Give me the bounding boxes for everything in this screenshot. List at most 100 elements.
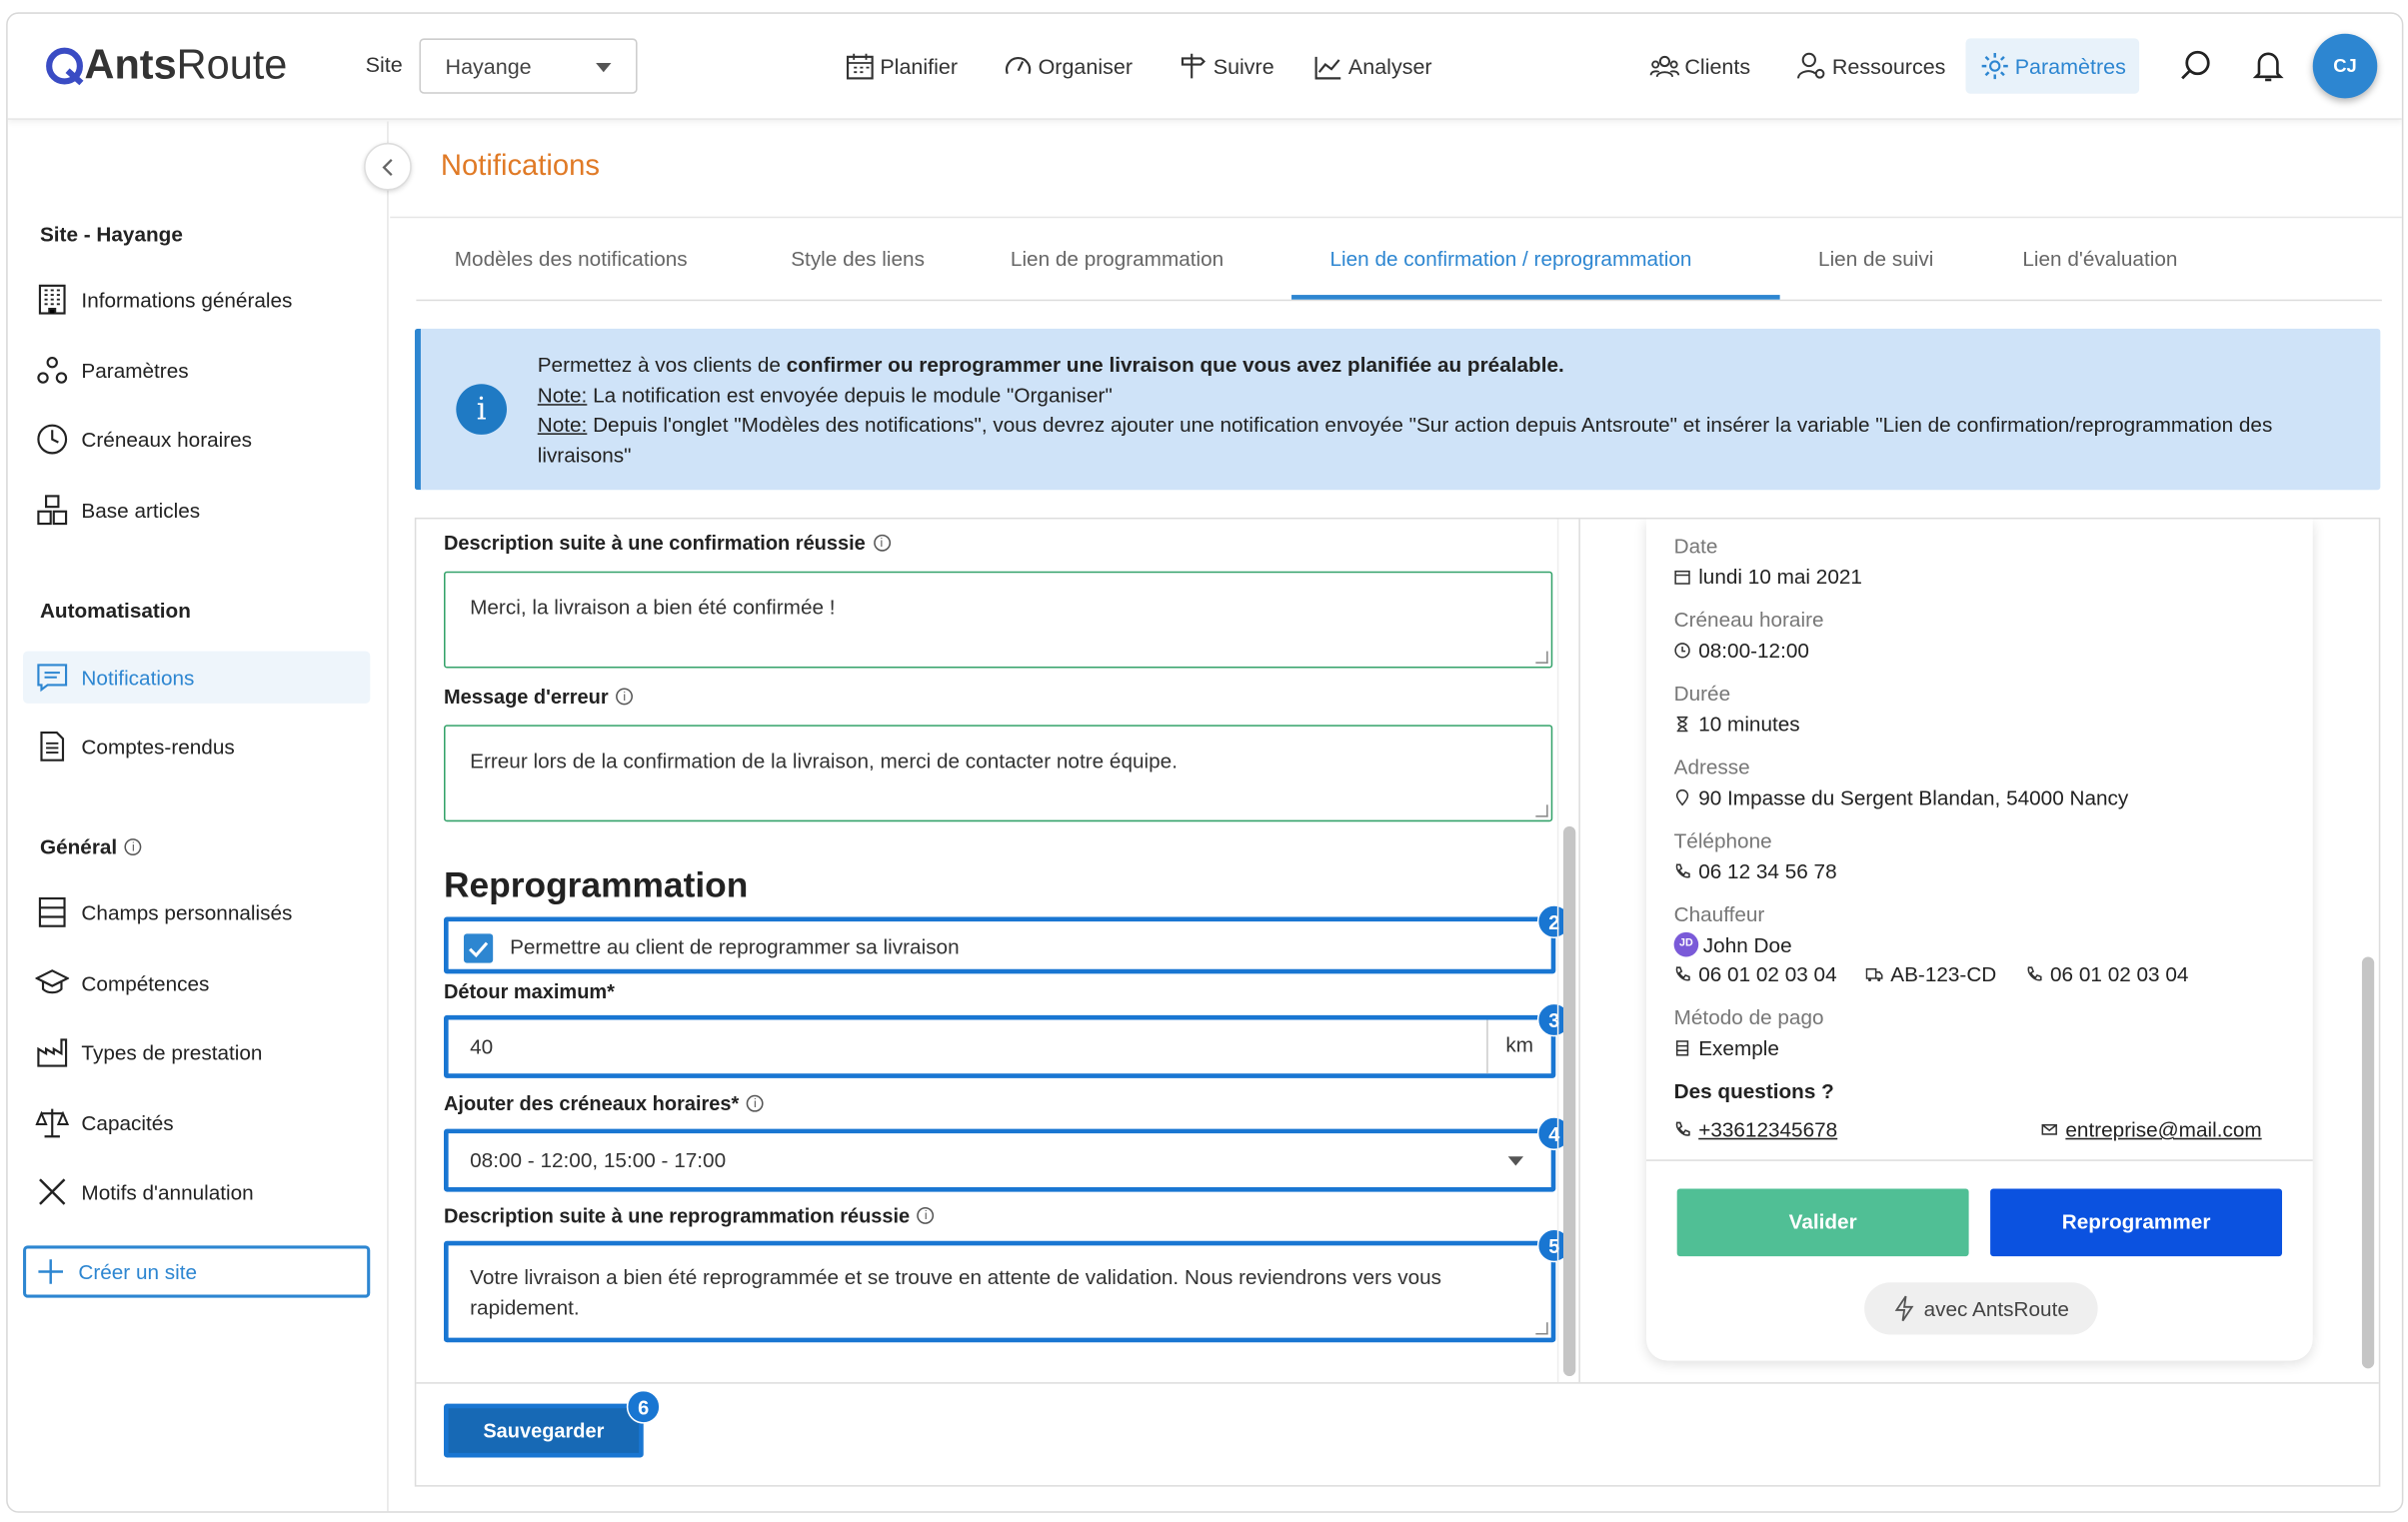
duration-label: Durée	[1673, 682, 1731, 706]
preview-scrollbar[interactable]	[2357, 519, 2379, 1382]
value-text: 08:00-12:00	[1698, 639, 1809, 663]
logo-icon	[46, 46, 84, 85]
antsroute-logo[interactable]: Ants Route	[45, 41, 287, 89]
sidebar-item-informations[interactable]: Informations générales	[23, 274, 370, 326]
user-gear-icon	[1797, 52, 1825, 79]
nav-suivre[interactable]: Suivre	[1178, 51, 1274, 82]
detour-input[interactable]: 40 km	[444, 1014, 1556, 1078]
tab-modeles[interactable]: Modèles des notifications	[455, 247, 688, 270]
form-scrollbar[interactable]	[1556, 519, 1579, 1383]
scrollbar-thumb[interactable]	[2361, 956, 2375, 1369]
info-icon: i	[124, 838, 142, 856]
active-tab-indicator	[1291, 295, 1780, 300]
tab-lien-suivi[interactable]: Lien de suivi	[1818, 247, 1933, 270]
slot-value: 08:00-12:00	[1674, 639, 1809, 662]
driver-phone-2: 06 01 02 03 04	[2025, 963, 2188, 986]
validate-button[interactable]: Valider	[1676, 1188, 1969, 1257]
value-text: 10 minutes	[1698, 713, 1800, 737]
driver-label: Chauffeur	[1673, 902, 1765, 926]
confirm-desc-textarea[interactable]: Merci, la livraison a bien été confirmée…	[444, 571, 1553, 669]
sidebar-item-capacites[interactable]: Capacités	[23, 1096, 370, 1148]
resched-desc-label: Description suite à une reprogrammation …	[444, 1204, 935, 1227]
sidebar-item-champs[interactable]: Champs personnalisés	[23, 886, 370, 938]
sidebar-item-competences[interactable]: Compétences	[23, 956, 370, 1008]
settings-panel: Description suite à une confirmation réu…	[414, 517, 2381, 1487]
contact-phone[interactable]: +33612345678	[1674, 1118, 1837, 1141]
section-site: Site - Hayange	[39, 222, 183, 246]
nav-clients[interactable]: Clients	[1649, 51, 1750, 82]
error-textarea[interactable]: Erreur lors de la confirmation de la liv…	[444, 725, 1553, 822]
boxes-icon	[37, 495, 68, 526]
value-text: 90 Impasse du Sergent Blandan, 54000 Nan…	[1698, 785, 2129, 809]
collapse-sidebar-button[interactable]	[364, 142, 412, 191]
info-text: Permettez à vos clients de confirmer ou …	[538, 350, 2335, 470]
resched-desc-textarea[interactable]: Votre livraison a bien été reprogrammée …	[444, 1240, 1556, 1343]
sidebar-item-label: Champs personnalisés	[81, 900, 293, 924]
sidebar-item-label: Motifs d'annulation	[81, 1180, 254, 1204]
calendar-icon	[1674, 570, 1690, 585]
tab-lien-evaluation[interactable]: Lien d'évaluation	[2022, 247, 2177, 270]
contact-email[interactable]: entreprise@mail.com	[2041, 1118, 2262, 1141]
scrollbar-thumb[interactable]	[1563, 825, 1576, 1376]
label-text: Message d'erreur	[444, 685, 609, 709]
driver-value: JD John Doe	[1673, 931, 1792, 957]
tab-style-liens[interactable]: Style des liens	[791, 247, 925, 270]
sidebar-item-creneaux[interactable]: Créneaux horaires	[23, 413, 370, 465]
info-line1-bold: confirmer ou reprogrammer une livraison …	[786, 353, 1564, 377]
site-select[interactable]: Hayange	[419, 38, 638, 94]
reschedule-button[interactable]: Reprogrammer	[1990, 1188, 2283, 1257]
nav-label: Clients	[1684, 53, 1751, 79]
clock-icon	[37, 424, 68, 455]
sidebar-item-notifications[interactable]: Notifications	[23, 651, 371, 704]
sidebar-item-motifs[interactable]: Motifs d'annulation	[23, 1165, 370, 1217]
sidebar-item-base-articles[interactable]: Base articles	[23, 484, 370, 536]
sidebar-item-label: Informations générales	[81, 288, 293, 312]
chevron-left-icon	[381, 158, 392, 176]
search-icon[interactable]	[2178, 48, 2215, 85]
sidebar-item-label: Types de prestation	[81, 1040, 263, 1064]
nav-organiser[interactable]: Organiser	[1003, 51, 1133, 82]
powered-by-badge[interactable]: avec AntsRoute	[1864, 1282, 2098, 1335]
slots-select[interactable]: 08:00 - 12:00, 15:00 - 17:00	[444, 1128, 1556, 1192]
nav-parametres[interactable]: Paramètres	[1965, 38, 2140, 94]
form-fields-icon	[38, 896, 66, 927]
sidebar-item-label: Base articles	[81, 498, 201, 522]
calendar-icon	[846, 53, 874, 80]
document-icon	[40, 731, 65, 761]
slots-value: 08:00 - 12:00, 15:00 - 17:00	[470, 1148, 727, 1172]
nav-planifier[interactable]: Planifier	[845, 51, 958, 82]
users-icon	[1649, 55, 1680, 78]
divider	[416, 1382, 2379, 1384]
save-button[interactable]: Sauvegarder	[444, 1403, 644, 1458]
factory-icon	[37, 1038, 68, 1067]
sidebar-item-parametres[interactable]: Paramètres	[23, 344, 370, 396]
nav-label: Ressources	[1831, 53, 1946, 79]
gear-icon	[1981, 53, 2008, 80]
phone-label: Téléphone	[1673, 828, 1772, 852]
sidebar-item-label: Compétences	[81, 971, 210, 995]
address-value: 90 Impasse du Sergent Blandan, 54000 Nan…	[1674, 785, 2129, 809]
bell-icon[interactable]	[2250, 48, 2287, 85]
nav-analyser[interactable]: Analyser	[1313, 51, 1432, 82]
contact-email-link[interactable]: entreprise@mail.com	[2065, 1118, 2261, 1141]
textarea-value: Erreur lors de la confirmation de la liv…	[470, 749, 1178, 773]
sidebar-item-label: Capacités	[81, 1110, 174, 1134]
tab-bar: Modèles des notifications Style des lien…	[416, 229, 2382, 302]
contact-phone-link[interactable]: +33612345678	[1698, 1118, 1837, 1141]
avatar[interactable]: CJ	[2312, 33, 2378, 99]
resize-handle[interactable]	[1535, 1322, 1548, 1335]
tab-lien-programmation[interactable]: Lien de programmation	[1011, 247, 1223, 270]
resize-handle[interactable]	[1535, 804, 1548, 817]
graduation-cap-icon	[35, 969, 70, 994]
tab-lien-confirmation[interactable]: Lien de confirmation / reprogrammation	[1329, 247, 1691, 270]
nav-label: Paramètres	[2014, 53, 2126, 79]
resize-handle[interactable]	[1535, 651, 1548, 664]
allow-reschedule-checkbox-row[interactable]: Permettre au client de reprogrammer sa l…	[444, 916, 1556, 974]
sidebar-item-comptes-rendus[interactable]: Comptes-rendus	[23, 721, 370, 772]
nav-ressources[interactable]: Ressources	[1797, 51, 1946, 82]
create-site-button[interactable]: Créer un site	[23, 1245, 371, 1298]
sidebar-item-types-prestation[interactable]: Types de prestation	[23, 1026, 370, 1078]
checkbox-checked[interactable]	[463, 933, 494, 963]
payment-label: Método de pago	[1673, 1005, 1824, 1029]
building-icon	[38, 284, 66, 315]
